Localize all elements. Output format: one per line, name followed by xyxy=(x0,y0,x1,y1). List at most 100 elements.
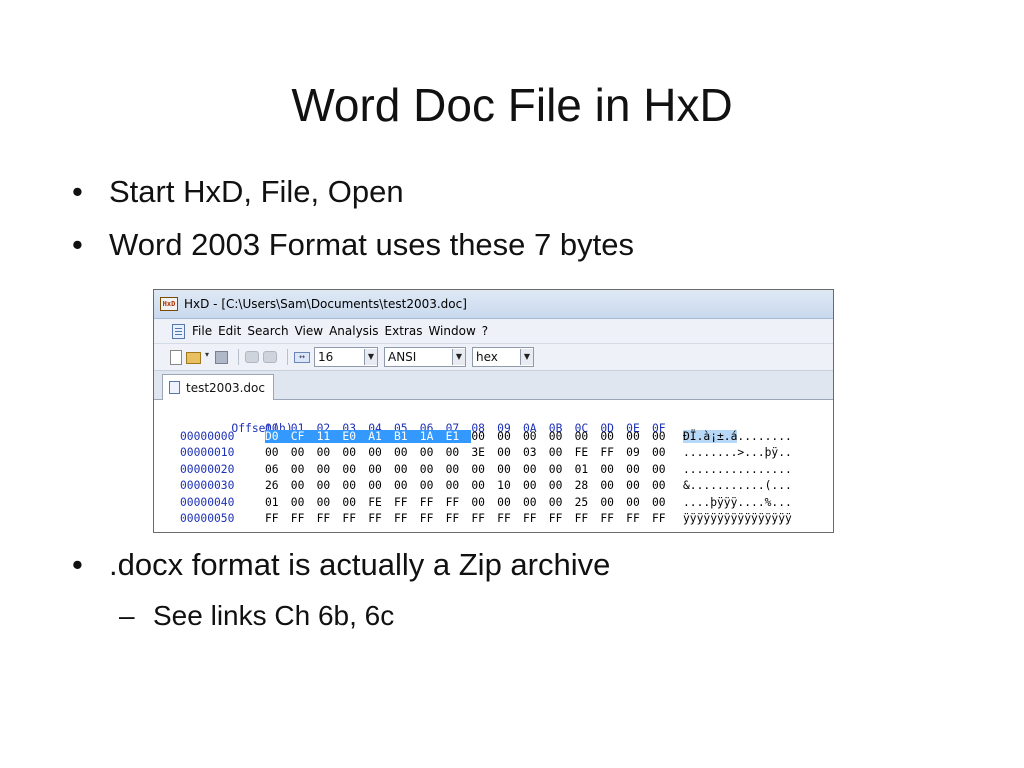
hex-byte[interactable]: 00 xyxy=(342,496,368,509)
hex-byte[interactable]: 00 xyxy=(342,479,368,492)
row-ascii[interactable]: ................ xyxy=(683,463,792,476)
hex-byte[interactable]: 3E xyxy=(471,446,497,459)
hex-byte[interactable]: 00 xyxy=(600,479,626,492)
hex-byte[interactable]: 00 xyxy=(652,430,678,443)
menu-edit[interactable]: Edit xyxy=(218,324,241,338)
hex-byte[interactable]: 00 xyxy=(471,463,497,476)
hex-byte[interactable]: 00 xyxy=(652,446,678,459)
hex-byte[interactable]: 00 xyxy=(523,430,549,443)
hex-byte[interactable]: 00 xyxy=(291,463,317,476)
hex-byte[interactable]: 09 xyxy=(626,446,652,459)
hex-byte[interactable]: 00 xyxy=(420,463,446,476)
hex-byte[interactable]: FF xyxy=(575,512,601,525)
charset-select[interactable]: ANSI ▼ xyxy=(384,347,466,367)
hex-byte[interactable]: 00 xyxy=(471,496,497,509)
cut-icon[interactable] xyxy=(245,351,259,363)
hex-byte[interactable]: FE xyxy=(368,496,394,509)
hex-byte[interactable]: 00 xyxy=(626,463,652,476)
hex-byte[interactable]: 00 xyxy=(600,430,626,443)
hex-byte[interactable]: 00 xyxy=(471,430,497,443)
hex-byte[interactable]: CF xyxy=(290,430,317,443)
hex-byte[interactable]: FF xyxy=(394,512,420,525)
hex-byte[interactable]: 00 xyxy=(446,479,472,492)
save-icon[interactable] xyxy=(215,350,228,364)
hex-byte[interactable]: FF xyxy=(446,512,472,525)
tab-test2003-doc[interactable]: test2003.doc xyxy=(162,374,274,400)
row-ascii[interactable]: ÐÏ.à¡±.á........ xyxy=(683,430,792,443)
hex-byte[interactable]: FF xyxy=(420,512,446,525)
hex-byte[interactable]: 00 xyxy=(342,446,368,459)
hex-byte[interactable]: 00 xyxy=(265,446,291,459)
hex-byte[interactable]: 00 xyxy=(497,430,523,443)
hex-byte[interactable]: 00 xyxy=(342,463,368,476)
hex-byte[interactable]: FF xyxy=(549,512,575,525)
hex-byte[interactable]: FF xyxy=(291,512,317,525)
hex-byte[interactable]: B1 xyxy=(393,430,420,443)
print-icon[interactable] xyxy=(263,351,277,363)
hex-byte[interactable]: 00 xyxy=(652,463,678,476)
hex-byte[interactable]: 00 xyxy=(471,479,497,492)
hex-byte[interactable]: FF xyxy=(497,512,523,525)
menu-search[interactable]: Search xyxy=(247,324,288,338)
new-file-icon[interactable] xyxy=(170,349,182,365)
hex-byte[interactable]: FF xyxy=(342,512,368,525)
hex-byte[interactable]: 00 xyxy=(626,479,652,492)
chevron-down-icon[interactable]: ▼ xyxy=(452,349,465,365)
hex-byte[interactable]: 00 xyxy=(368,479,394,492)
hex-byte[interactable]: 00 xyxy=(549,479,575,492)
hex-byte[interactable]: 00 xyxy=(317,496,343,509)
hex-byte[interactable]: 00 xyxy=(394,446,420,459)
hex-byte[interactable]: 00 xyxy=(652,496,678,509)
row-ascii[interactable]: ........>...þÿ.. xyxy=(683,446,792,459)
hex-byte[interactable]: 00 xyxy=(368,463,394,476)
hex-byte[interactable]: FF xyxy=(420,496,446,509)
menu-analysis[interactable]: Analysis xyxy=(329,324,378,338)
hex-byte[interactable]: 00 xyxy=(549,446,575,459)
hex-byte[interactable]: 00 xyxy=(291,496,317,509)
chevron-down-icon[interactable]: ▼ xyxy=(520,349,533,365)
hex-byte[interactable]: 00 xyxy=(549,463,575,476)
hex-byte[interactable]: 00 xyxy=(317,463,343,476)
open-folder-icon[interactable] xyxy=(186,352,201,364)
hex-byte[interactable]: 26 xyxy=(265,479,291,492)
hex-byte[interactable]: FF xyxy=(626,512,652,525)
hex-byte[interactable]: 11 xyxy=(316,430,343,443)
menu-file[interactable]: File xyxy=(192,324,212,338)
hex-byte[interactable]: E1 xyxy=(445,430,472,443)
hex-byte[interactable]: 00 xyxy=(291,479,317,492)
hex-byte[interactable]: 10 xyxy=(497,479,523,492)
hex-byte[interactable]: 00 xyxy=(497,496,523,509)
menu-extras[interactable]: Extras xyxy=(385,324,423,338)
hex-byte[interactable]: 03 xyxy=(523,446,549,459)
hex-byte[interactable]: FF xyxy=(600,446,626,459)
menu-view[interactable]: View xyxy=(295,324,323,338)
hex-byte[interactable]: 00 xyxy=(317,446,343,459)
hex-byte[interactable]: 00 xyxy=(497,446,523,459)
hex-byte[interactable]: 01 xyxy=(575,463,601,476)
hex-byte[interactable]: 00 xyxy=(317,479,343,492)
hex-byte[interactable]: 00 xyxy=(523,463,549,476)
hex-byte[interactable]: 01 xyxy=(265,496,291,509)
chevron-down-icon[interactable]: ▼ xyxy=(364,349,377,365)
hex-byte[interactable]: FF xyxy=(394,496,420,509)
menu-help[interactable]: ? xyxy=(482,324,488,338)
hex-byte[interactable]: 00 xyxy=(575,430,601,443)
hex-byte[interactable]: 25 xyxy=(575,496,601,509)
columns-select[interactable]: 16 ▼ xyxy=(314,347,378,367)
hex-byte[interactable]: 00 xyxy=(626,430,652,443)
hex-byte[interactable]: A1 xyxy=(368,430,394,443)
hex-byte[interactable]: 00 xyxy=(626,496,652,509)
row-ascii[interactable]: &...........(... xyxy=(683,479,792,492)
hex-byte[interactable]: 00 xyxy=(523,496,549,509)
hex-byte[interactable]: 00 xyxy=(497,463,523,476)
hex-byte[interactable]: 06 xyxy=(265,463,291,476)
row-ascii[interactable]: ÿÿÿÿÿÿÿÿÿÿÿÿÿÿÿÿ xyxy=(683,512,792,525)
hex-byte[interactable]: 00 xyxy=(291,446,317,459)
hex-byte[interactable]: FF xyxy=(317,512,343,525)
hex-byte[interactable]: 00 xyxy=(394,463,420,476)
hex-byte[interactable]: FF xyxy=(600,512,626,525)
offset-base-select[interactable]: hex ▼ xyxy=(472,347,534,367)
hex-byte[interactable]: FF xyxy=(523,512,549,525)
hex-byte[interactable]: 00 xyxy=(394,479,420,492)
hex-byte[interactable]: 00 xyxy=(600,463,626,476)
